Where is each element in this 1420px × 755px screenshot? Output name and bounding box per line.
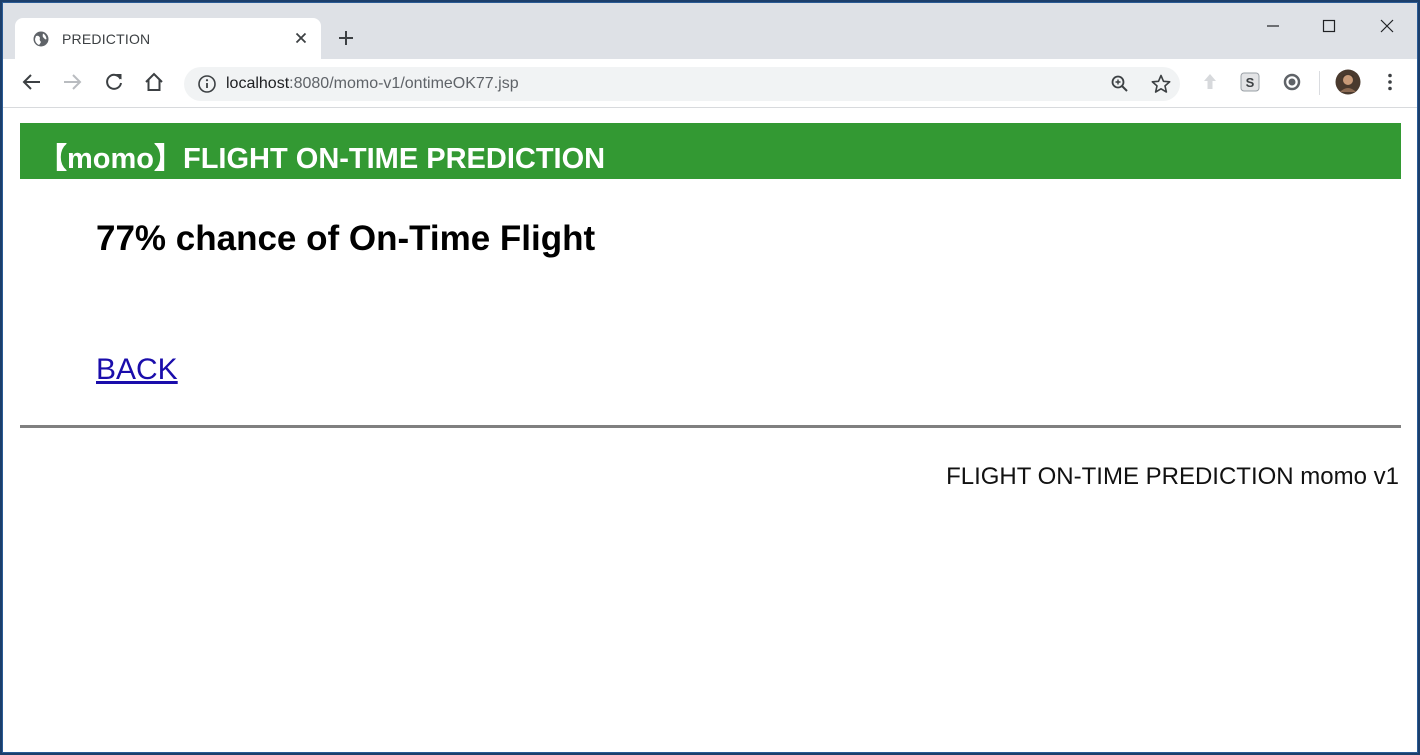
close-window-icon[interactable] <box>1373 15 1401 37</box>
circle-extension-icon[interactable] <box>1281 71 1303 93</box>
maximize-icon[interactable] <box>1315 15 1343 37</box>
forward-icon[interactable] <box>61 71 83 93</box>
url-path: :8080/momo-v1/ontimeOK77.jsp <box>289 75 519 92</box>
horizontal-rule <box>20 425 1401 428</box>
tab-strip: PREDICTION <box>3 3 1417 59</box>
star-icon[interactable] <box>1150 73 1172 95</box>
back-link[interactable]: BACK <box>96 353 178 387</box>
avatar[interactable] <box>1335 69 1361 95</box>
reload-icon[interactable] <box>103 71 125 93</box>
zoom-icon[interactable] <box>1110 74 1130 94</box>
extension-icon[interactable] <box>1199 71 1221 93</box>
browser-tab[interactable]: PREDICTION <box>15 18 321 59</box>
globe-icon <box>33 31 49 47</box>
page-content: 【momo】FLIGHT ON-TIME PREDICTION 77% chan… <box>3 108 1417 752</box>
footer-text: FLIGHT ON-TIME PREDICTION momo v1 <box>946 463 1399 490</box>
browser-toolbar: localhost:8080/momo-v1/ontimeOK77.jsp S <box>3 59 1417 108</box>
tab-close-icon[interactable] <box>293 30 309 46</box>
page-title: 【momo】FLIGHT ON-TIME PREDICTION <box>38 143 606 175</box>
prediction-result: 77% chance of On-Time Flight <box>96 219 596 258</box>
toolbar-divider <box>1319 71 1320 95</box>
url-host: localhost <box>226 75 290 92</box>
s-extension-icon[interactable]: S <box>1239 71 1261 93</box>
tab-title: PREDICTION <box>62 31 151 47</box>
home-icon[interactable] <box>143 71 165 93</box>
svg-text:S: S <box>1246 75 1255 90</box>
url-text: localhost:8080/momo-v1/ontimeOK77.jsp <box>226 75 519 93</box>
browser-window: PREDICTION localhost:8080/momo-v1/ontime… <box>2 2 1418 753</box>
menu-icon[interactable] <box>1379 71 1401 93</box>
address-bar[interactable]: localhost:8080/momo-v1/ontimeOK77.jsp <box>184 67 1180 101</box>
minimize-icon[interactable] <box>1259 15 1287 37</box>
back-icon[interactable] <box>21 71 43 93</box>
new-tab-icon[interactable] <box>337 29 355 47</box>
info-icon[interactable] <box>197 74 217 94</box>
header-banner: 【momo】FLIGHT ON-TIME PREDICTION <box>20 123 1401 179</box>
